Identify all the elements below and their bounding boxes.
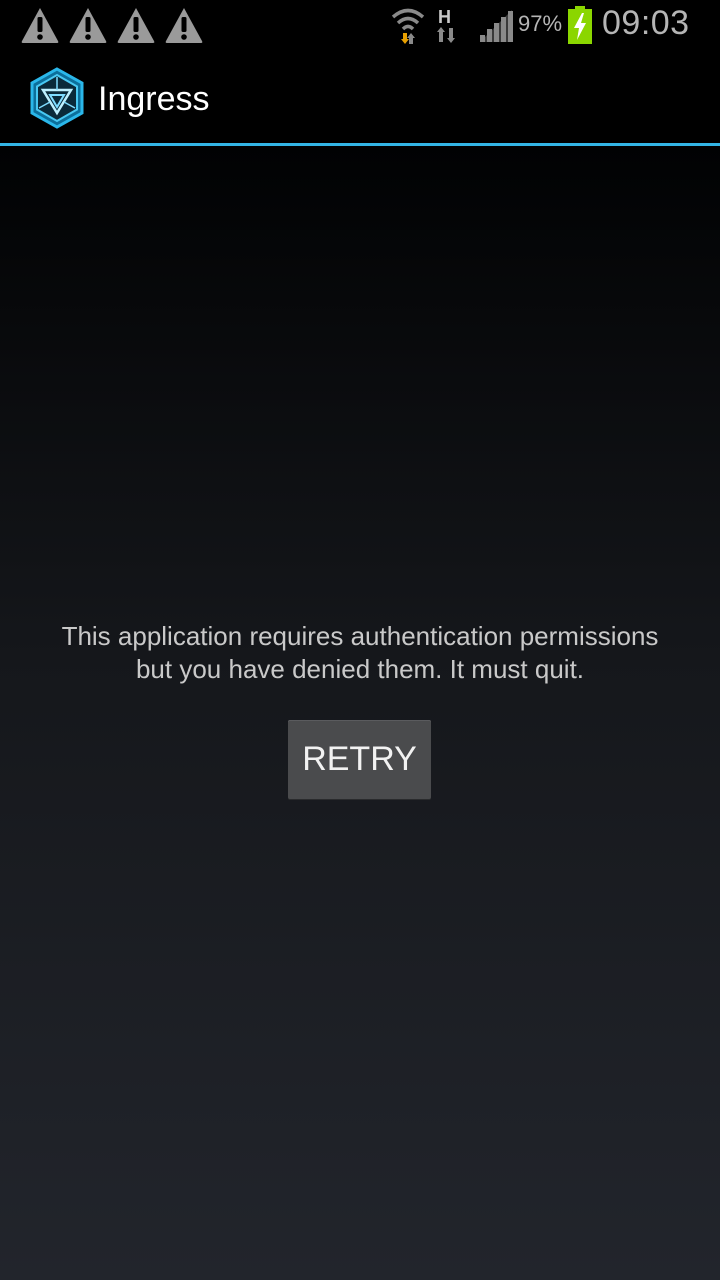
app-title: Ingress	[98, 80, 210, 118]
warning-icon	[21, 8, 59, 43]
wifi-icon	[391, 8, 425, 44]
message-line: This application requires authentication…	[61, 621, 659, 651]
action-bar: Ingress	[0, 50, 720, 143]
main-content: This application requires authentication…	[0, 146, 720, 1280]
warning-icon	[69, 8, 107, 43]
status-bar: H 97% 09:03	[0, 0, 720, 50]
network-type-indicator: H	[432, 5, 462, 45]
battery-percentage: 97%	[518, 11, 563, 36]
data-arrows-icon	[437, 27, 455, 43]
status-clock: 09:03	[602, 4, 690, 42]
network-type-label: H	[438, 7, 451, 27]
app-screen: H 97% 09:03 Ingress This application req…	[0, 0, 720, 1280]
ingress-logo-icon[interactable]	[28, 67, 86, 129]
signal-strength-icon	[480, 10, 513, 42]
battery-charging-icon	[568, 6, 592, 44]
warning-icon	[117, 8, 155, 43]
permission-denied-message: This application requires authentication…	[0, 620, 720, 686]
message-line: but you have denied them. It must quit.	[135, 654, 585, 684]
retry-button[interactable]: RETRY	[288, 720, 431, 799]
warning-icon	[165, 8, 203, 43]
